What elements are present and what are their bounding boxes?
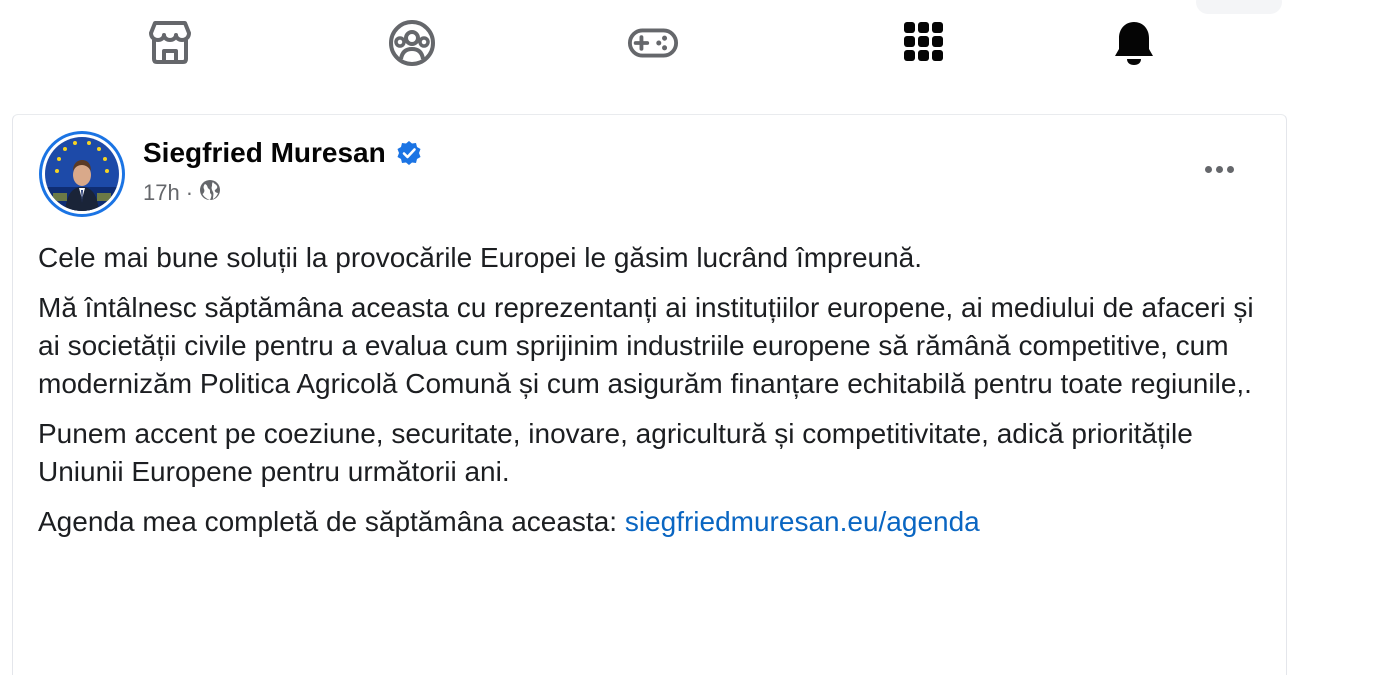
agenda-link[interactable]: siegfriedmuresan.eu/agenda <box>625 506 980 537</box>
post-paragraph-3: Punem accent pe coeziune, securitate, in… <box>38 418 1193 487</box>
post-paragraph-1: Cele mai bune soluții la provocările Eur… <box>38 242 923 273</box>
author-header: Siegfried Muresan <box>143 137 422 169</box>
verified-badge-icon <box>396 140 422 166</box>
gaming-icon[interactable] <box>627 18 679 68</box>
post-timestamp[interactable]: 17h <box>143 180 180 206</box>
groups-icon[interactable] <box>386 18 438 68</box>
globe-icon[interactable] <box>199 179 221 207</box>
meta-separator: · <box>185 180 194 205</box>
avatar-photo <box>45 137 119 211</box>
author-name[interactable]: Siegfried Muresan <box>143 137 386 169</box>
post-paragraph-4: Agenda mea completă de săptămâna aceasta… <box>38 503 1273 541</box>
top-corner-pill <box>1196 0 1282 14</box>
top-navigation-bar <box>0 0 1400 86</box>
menu-grid-icon[interactable] <box>898 18 950 68</box>
post-paragraph-2: Mă întâlnesc săptămâna aceasta cu reprez… <box>38 292 1254 399</box>
more-dot <box>1215 165 1223 173</box>
author-avatar[interactable] <box>39 131 125 217</box>
feed-post: Siegfried Muresan 17h · Cele mai bune so… <box>12 114 1287 675</box>
post-meta: 17h · <box>143 179 221 207</box>
post-options-button[interactable] <box>1197 157 1241 181</box>
more-dot <box>1226 165 1234 173</box>
post-body: Cele mai bune soluții la provocările Eur… <box>38 239 1273 553</box>
more-dot <box>1204 165 1212 173</box>
agenda-text: Agenda mea completă de săptămâna aceasta… <box>38 506 625 537</box>
marketplace-icon[interactable] <box>144 18 196 68</box>
notifications-bell-icon[interactable] <box>1108 18 1160 68</box>
